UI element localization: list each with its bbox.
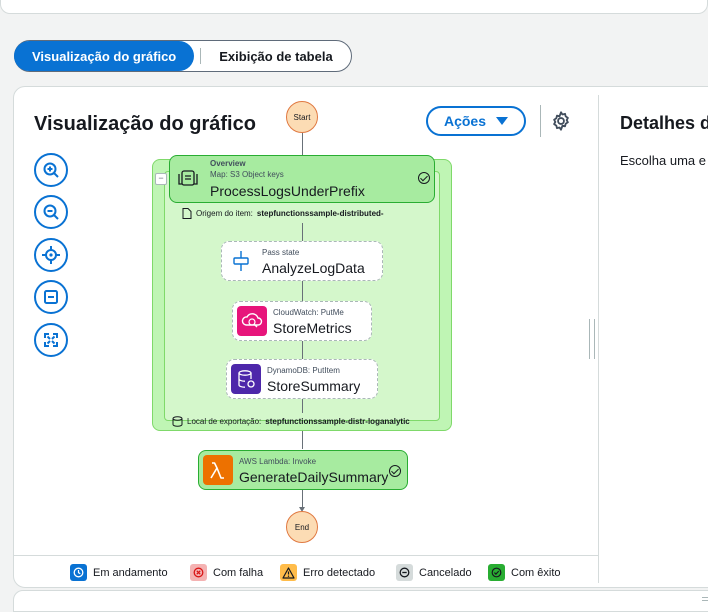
actions-button[interactable]: Ações <box>426 106 526 136</box>
metrics-name: StoreMetrics <box>273 320 352 336</box>
legend-in-progress: Em andamento <box>70 564 168 581</box>
edge <box>302 341 303 359</box>
status-legend: Em andamento Com falha Erro detectado Ca… <box>14 555 598 587</box>
graph-panel-title: Visualização do gráfico <box>34 113 256 135</box>
details-title: Detalhes d <box>620 113 708 133</box>
zoom-in-icon <box>43 162 59 178</box>
view-toggle: Visualização do gráfico Exibição de tabe… <box>14 40 352 72</box>
edge <box>302 399 303 413</box>
graph-details-panel: Visualização do gráfico Ações Start − Ov… <box>13 86 708 588</box>
item-source-label: Origem do item: <box>196 208 253 218</box>
legend-label: Em andamento <box>93 566 168 579</box>
bottom-container <box>13 590 708 612</box>
map-name: ProcessLogsUnderPrefix <box>210 183 365 199</box>
map-state-icon <box>178 170 198 186</box>
map-type: Map: S3 Object keys <box>210 170 284 179</box>
dynamodb-icon <box>231 364 261 394</box>
zoom-in-button[interactable] <box>34 153 68 187</box>
collapse-map-button[interactable]: − <box>155 173 167 185</box>
clock-icon <box>70 564 87 581</box>
item-source-value: stepfunctionssample-distributed- <box>256 208 384 218</box>
legend-succeeded: Com êxito <box>488 564 561 581</box>
edge <box>302 281 303 301</box>
summary-type: DynamoDB: PutItem <box>267 366 340 375</box>
storage-icon <box>172 415 183 427</box>
pass-name: AnalyzeLogData <box>262 260 365 276</box>
caret-down-icon <box>496 117 509 125</box>
warning-icon <box>280 564 297 581</box>
success-check-icon <box>418 172 430 184</box>
details-text: Escolha uma e <box>620 153 706 168</box>
metrics-type: CloudWatch: PutMe <box>273 308 344 317</box>
gear-icon[interactable] <box>550 110 572 132</box>
x-circle-icon <box>190 564 207 581</box>
actions-label: Ações <box>443 113 487 129</box>
center-icon <box>42 246 60 264</box>
item-source-bar: Origem do item: stepfunctionssample-dist… <box>182 204 438 222</box>
summary-name: StoreSummary <box>267 378 361 394</box>
resize-handle[interactable] <box>589 319 595 359</box>
panel-divider <box>598 95 599 583</box>
resize-grip[interactable] <box>702 597 708 598</box>
end-node[interactable]: End <box>286 511 318 543</box>
end-label: End <box>294 522 310 532</box>
legend-failed: Com falha <box>190 564 263 581</box>
export-value: stepfunctionssample-distr-loganalytic <box>265 416 410 426</box>
top-container <box>0 0 708 14</box>
check-circle-icon <box>488 564 505 581</box>
zoom-out-icon <box>43 204 59 220</box>
document-icon <box>182 207 192 219</box>
pass-type: Pass state <box>262 248 300 257</box>
minus-circle-icon <box>396 564 413 581</box>
fullscreen-button[interactable] <box>34 323 68 357</box>
success-check-icon <box>389 465 401 477</box>
tab-graph-view[interactable]: Visualização do gráfico <box>14 41 195 71</box>
lambda-type: AWS Lambda: Invoke <box>239 457 317 466</box>
map-tag: Overview <box>210 159 246 168</box>
node-generate-daily-summary[interactable]: AWS Lambda: Invoke GenerateDailySummary <box>198 450 408 490</box>
cloudwatch-icon <box>237 306 267 336</box>
fit-icon <box>44 290 58 304</box>
lambda-name: GenerateDailySummary <box>239 469 389 485</box>
edge <box>302 431 303 449</box>
node-analyze-log-data[interactable]: Pass state AnalyzeLogData <box>221 241 383 281</box>
tab-table-view[interactable]: Exibição de tabela <box>203 41 350 71</box>
legend-label: Cancelado <box>419 566 472 579</box>
node-store-summary[interactable]: DynamoDB: PutItem StoreSummary <box>226 359 378 399</box>
zoom-out-button[interactable] <box>34 195 68 229</box>
legend-label: Erro detectado <box>303 566 376 579</box>
start-label: Start <box>293 112 311 122</box>
start-node[interactable]: Start <box>286 101 318 133</box>
legend-label: Com falha <box>213 566 264 579</box>
fullscreen-icon <box>44 333 58 347</box>
pass-state-icon <box>233 251 249 271</box>
legend-cancelled: Cancelado <box>396 564 472 581</box>
legend-label: Com êxito <box>511 566 561 579</box>
export-location-bar: Local de exportação: stepfunctionssample… <box>172 413 438 429</box>
edge <box>302 223 303 241</box>
fit-button[interactable] <box>34 280 68 314</box>
legend-error-caught: Erro detectado <box>280 564 375 581</box>
edge <box>302 133 303 157</box>
center-button[interactable] <box>34 238 68 272</box>
export-label: Local de exportação: <box>187 416 262 426</box>
toggle-divider <box>200 48 202 64</box>
map-node-process-logs[interactable]: Overview Map: S3 Object keys ProcessLogs… <box>169 155 435 203</box>
lambda-icon <box>203 455 233 485</box>
node-store-metrics[interactable]: CloudWatch: PutMe StoreMetrics <box>232 301 372 341</box>
toolbar-divider <box>540 105 541 137</box>
